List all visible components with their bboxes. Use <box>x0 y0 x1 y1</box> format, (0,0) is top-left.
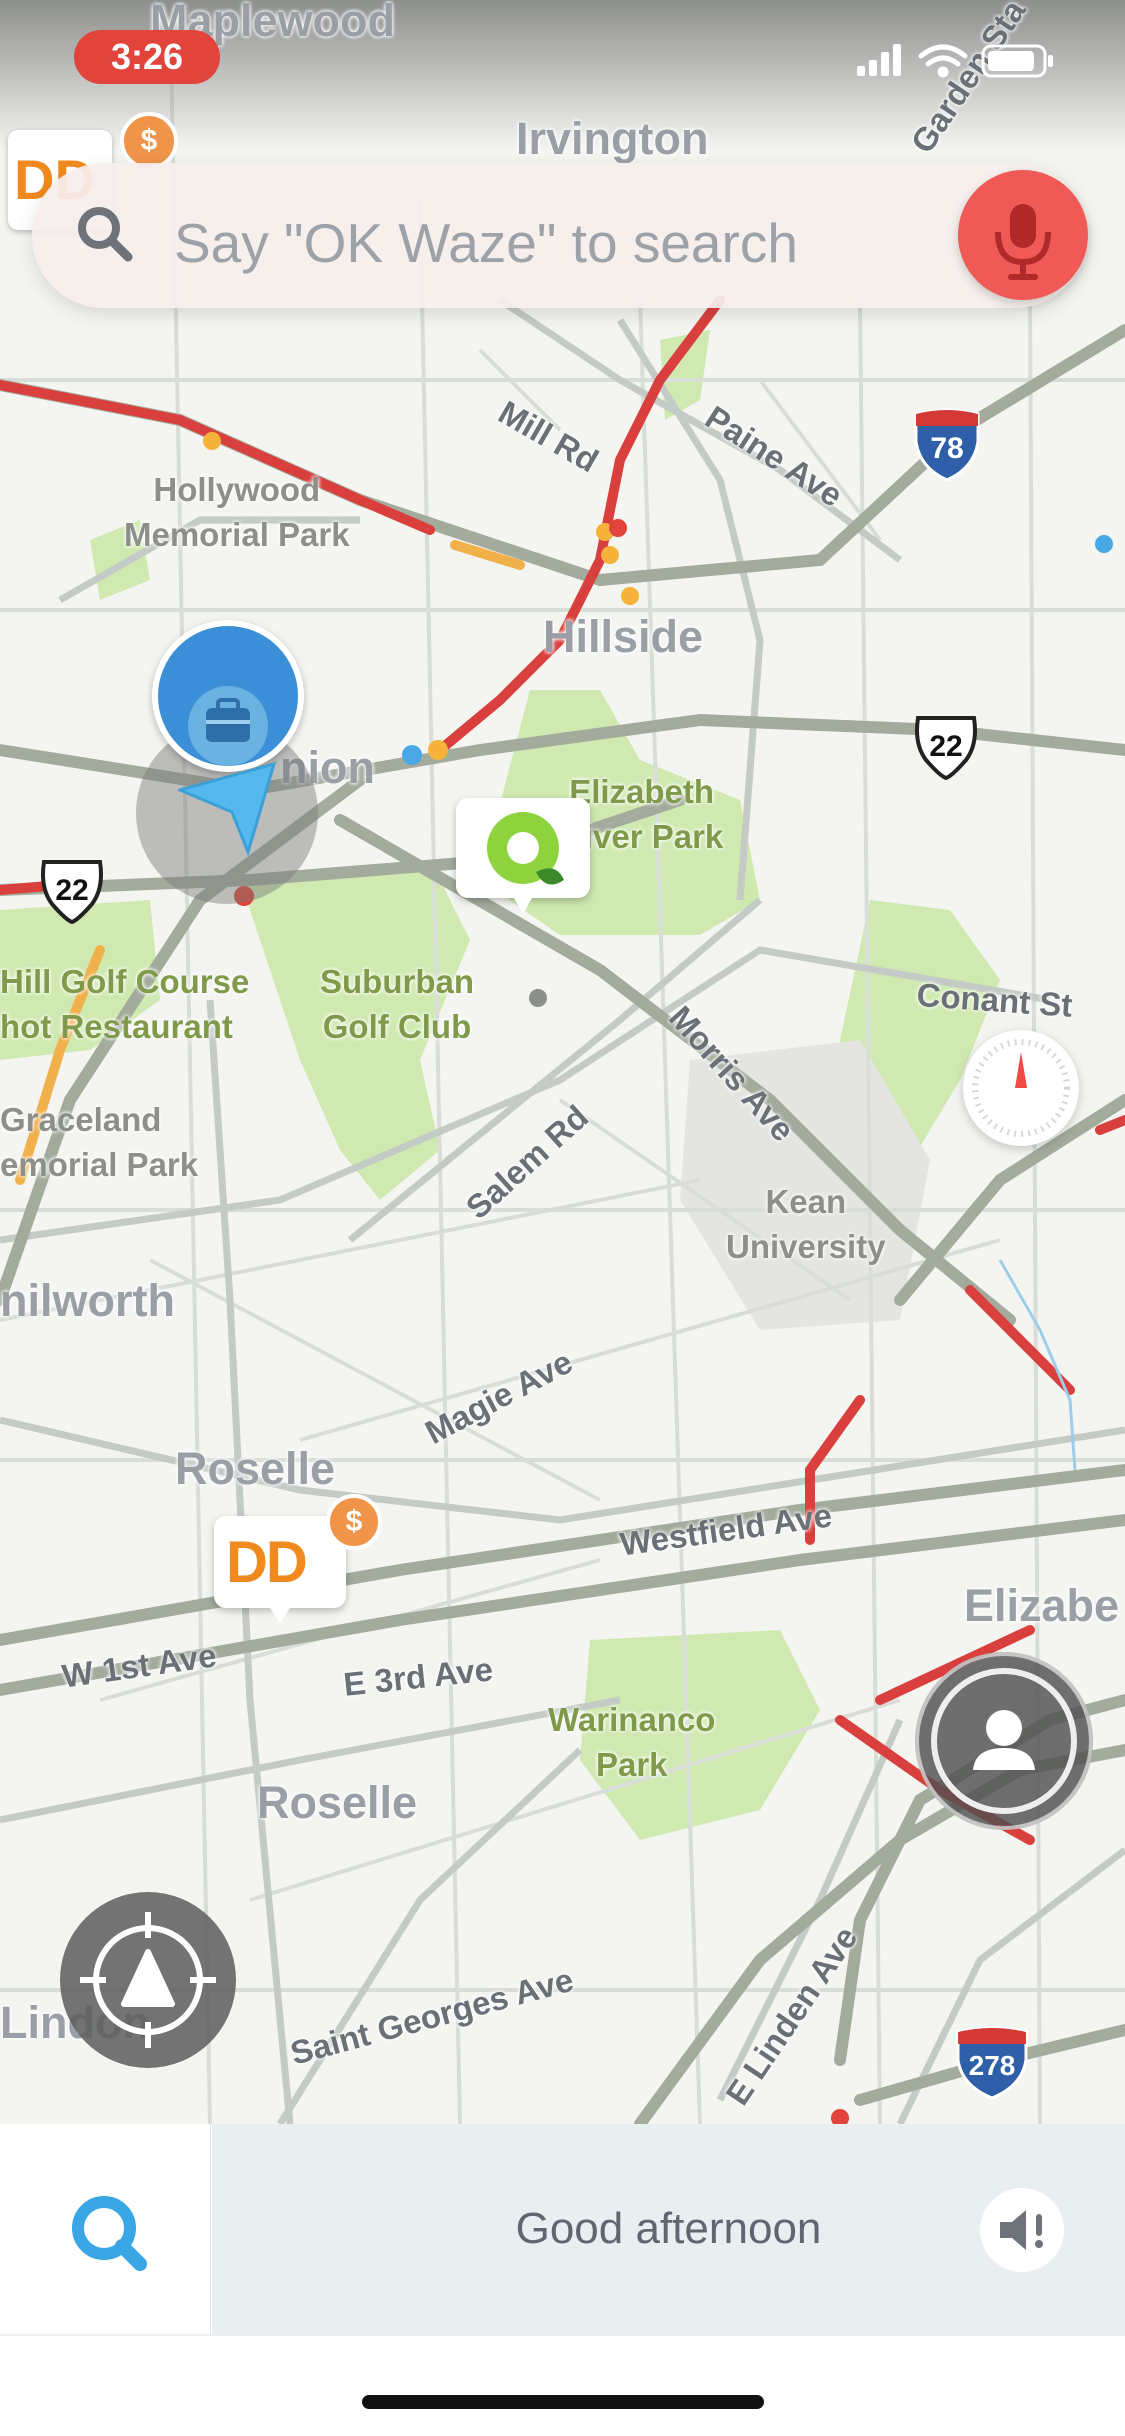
divider <box>0 2334 1125 2336</box>
person-icon <box>931 1668 1077 1814</box>
interstate-278-shield: 278 <box>954 2026 1030 2100</box>
voice-search-bar[interactable]: Say "OK Waze" to search <box>32 163 1087 308</box>
quiznos-pin[interactable] <box>456 798 590 914</box>
city-label: nilworth <box>0 1275 175 1326</box>
map-dot <box>601 546 619 564</box>
place-label: Kean University <box>726 1183 886 1265</box>
compass-icon <box>972 1039 1070 1137</box>
status-icons <box>857 44 1053 78</box>
status-time: 3:26 <box>74 30 220 84</box>
place-label: Graceland emorial Park <box>0 1101 199 1183</box>
home-indicator <box>362 2395 764 2409</box>
deal-badge: $ <box>120 112 178 170</box>
compass-button[interactable] <box>963 1030 1079 1146</box>
traffic-segment <box>1095 1115 1125 1135</box>
work-pin[interactable] <box>152 620 304 772</box>
city-label: Roselle <box>175 1443 336 1494</box>
place-label: Hollywood Memorial Park <box>124 471 350 553</box>
quiznos-q-icon <box>487 812 564 914</box>
map-dot <box>621 587 639 605</box>
microphone-button[interactable] <box>958 170 1088 300</box>
bottom-bar: Good afternoon <box>0 2124 1125 2436</box>
traffic-segment <box>965 1285 1075 1395</box>
city-label: Hillside <box>543 611 704 662</box>
map-dot <box>831 2109 849 2124</box>
wifi-icon <box>918 44 968 78</box>
park-label: Hill Golf Course hot Restaurant <box>0 963 250 1045</box>
city-label: Irvington <box>516 113 709 164</box>
microphone-icon <box>995 204 1051 280</box>
navigation-arrow-icon <box>178 761 277 856</box>
city-label: Roselle <box>257 1777 418 1828</box>
bottom-search-button[interactable] <box>0 2124 211 2335</box>
map-dot <box>402 745 422 765</box>
us-22-shield: 22 <box>912 714 980 780</box>
interstate-78-shield: 78 <box>912 408 982 482</box>
recenter-button[interactable] <box>60 1892 236 2068</box>
signal-icon <box>857 44 901 76</box>
map-dot <box>1095 535 1113 553</box>
us-22-shield: 22 <box>38 858 106 924</box>
crosshair-icon <box>80 1912 216 2048</box>
deal-badge: $ <box>326 1494 382 1550</box>
profile-button[interactable] <box>915 1652 1093 1830</box>
sound-button[interactable] <box>980 2188 1064 2272</box>
map-dot <box>609 519 627 537</box>
map-dot <box>428 740 448 760</box>
speaker-alert-icon <box>1000 2210 1043 2250</box>
map-dot <box>529 989 547 1007</box>
search-icon <box>78 207 133 262</box>
search-icon <box>72 2196 147 2271</box>
briefcase-icon <box>188 686 268 766</box>
map-dot <box>203 432 221 450</box>
city-label: Elizabe <box>964 1580 1120 1631</box>
battery-icon <box>981 44 1053 78</box>
park-label: Warinanco Park <box>548 1701 716 1783</box>
search-placeholder: Say "OK Waze" to search <box>174 212 798 274</box>
greeting-bar[interactable]: Good afternoon <box>212 2124 1125 2335</box>
park-label: Suburban Golf Club <box>320 963 474 1045</box>
